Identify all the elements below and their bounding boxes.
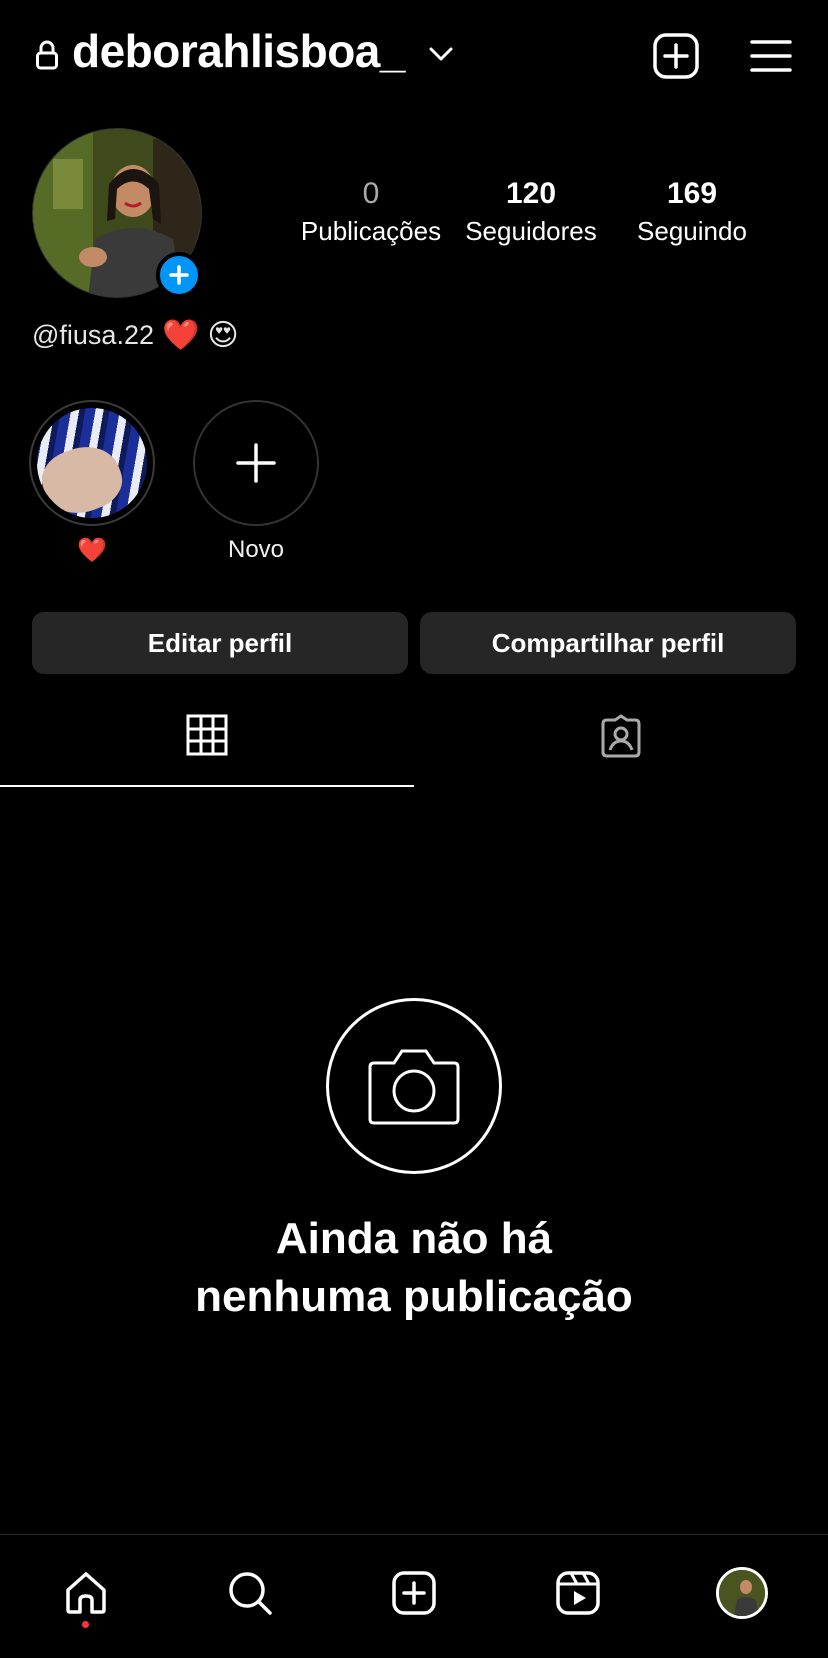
search-icon [229, 1572, 272, 1615]
heart-emoji: ❤️ [161, 319, 200, 352]
menu-icon[interactable] [750, 36, 792, 76]
new-highlight-label: Novo [227, 536, 285, 563]
top-bar: deborahlisboa_ [0, 0, 828, 112]
empty-state-camera [326, 998, 502, 1174]
new-highlight[interactable]: Novo [192, 400, 320, 564]
hand-shape [37, 436, 130, 518]
heart-eyes-emoji: 😍 [207, 319, 239, 352]
chevron-down-icon[interactable] [428, 44, 454, 64]
bottom-nav [0, 1534, 828, 1658]
account-username[interactable]: deborahlisboa_ [72, 24, 405, 78]
share-profile-button[interactable]: Compartilhar perfil [420, 612, 796, 674]
story-highlight[interactable]: ❤️ [28, 400, 156, 565]
reels-icon [556, 1571, 600, 1615]
posts-value: 0 [362, 177, 380, 210]
grid-icon [186, 714, 228, 756]
nav-profile[interactable] [710, 1561, 774, 1625]
tab-tagged[interactable] [414, 714, 828, 788]
edit-profile-button[interactable]: Editar perfil [32, 612, 408, 674]
nav-reels[interactable] [546, 1561, 610, 1625]
empty-state-line2: nenhuma publicação [195, 1272, 633, 1321]
active-tab-indicator [0, 785, 414, 787]
avatar-thumbnail [719, 1570, 765, 1616]
new-highlight-ring[interactable] [193, 400, 319, 526]
tab-posts-grid[interactable] [0, 714, 414, 788]
following-value: 169 [666, 177, 718, 210]
highlight-cover [37, 408, 147, 518]
profile-page: deborahlisboa_ 0 Publicações 120 Seguido… [0, 0, 828, 1658]
home-notification-dot [82, 1621, 89, 1628]
nav-create[interactable] [382, 1561, 446, 1625]
plus-icon [169, 265, 189, 285]
nav-profile-avatar [716, 1567, 768, 1619]
create-post-icon[interactable] [652, 32, 700, 80]
following-count[interactable]: 169 Seguindo [612, 176, 772, 248]
highlight-ring[interactable] [29, 400, 155, 526]
home-icon [66, 1572, 106, 1614]
following-label: Seguindo [637, 216, 747, 246]
nav-search[interactable] [218, 1561, 282, 1625]
posts-count: 0 Publicações [296, 176, 446, 248]
followers-count[interactable]: 120 Seguidores [456, 176, 606, 248]
lock-icon [36, 40, 58, 70]
highlight-label: ❤️ [77, 537, 107, 564]
empty-state-title: Ainda não há nenhuma publicação [0, 1210, 828, 1326]
camera-icon [368, 1049, 460, 1125]
empty-state-line1: Ainda não há [275, 1214, 553, 1263]
nav-home[interactable] [54, 1561, 118, 1625]
followers-value: 120 [505, 177, 557, 210]
followers-label: Seguidores [465, 216, 597, 246]
posts-label: Publicações [300, 216, 442, 246]
tagged-icon [601, 714, 641, 758]
create-icon [392, 1571, 436, 1615]
bio: @fiusa.22 ❤️ 😍 [32, 318, 239, 353]
add-story-button[interactable] [156, 252, 202, 298]
plus-icon [236, 443, 276, 483]
profile-avatar-container[interactable] [32, 128, 204, 300]
bio-handle[interactable]: @fiusa.22 [32, 320, 154, 351]
